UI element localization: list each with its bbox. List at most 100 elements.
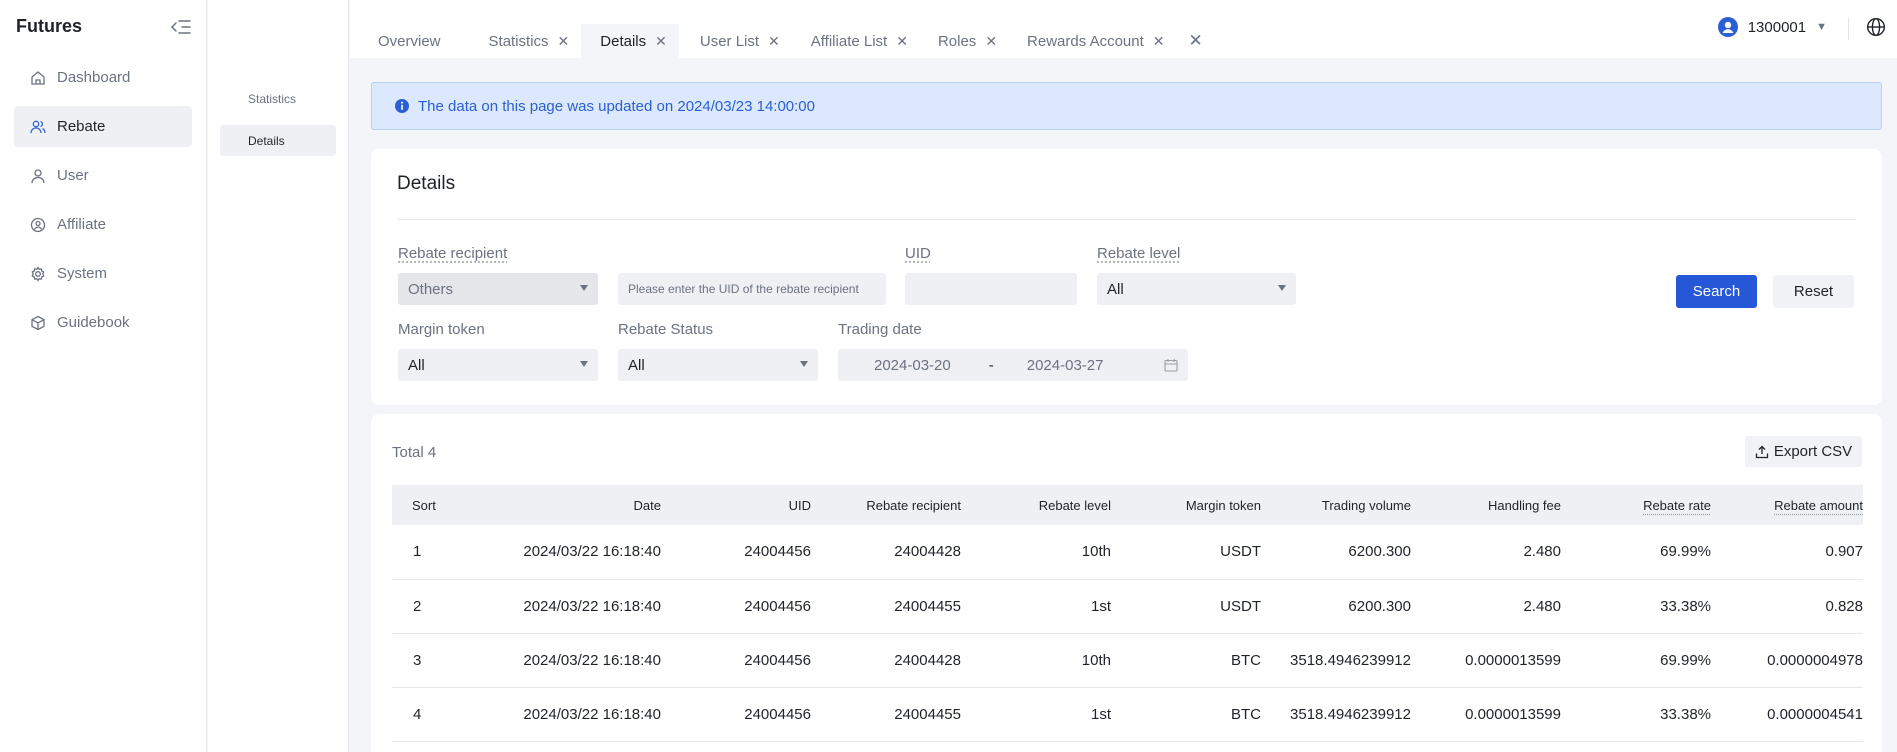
banner-text: The data on this page was updated on 202… bbox=[418, 97, 815, 115]
table-cell: 24004455 bbox=[894, 597, 961, 615]
table-cell: 3 bbox=[413, 651, 422, 669]
table-cell: 2024/03/22 16:18:40 bbox=[523, 705, 661, 723]
rebate-level-select[interactable]: All bbox=[1097, 273, 1296, 305]
globe-icon[interactable] bbox=[1866, 17, 1886, 37]
table-cell: BTC bbox=[1231, 651, 1261, 669]
table-cell: 33.38% bbox=[1660, 705, 1711, 723]
sidebar-item-label: Dashboard bbox=[57, 69, 131, 86]
tab-roles[interactable]: Roles ✕ bbox=[920, 24, 1009, 58]
subnav-item-statistics[interactable]: Statistics bbox=[220, 83, 336, 114]
page-title: Details bbox=[397, 173, 456, 194]
tab-affiliate-list[interactable]: Affiliate List ✕ bbox=[792, 24, 920, 58]
rebate-status-label: Rebate Status bbox=[618, 321, 714, 338]
table-row: 2 2024/03/22 16:18:40 24004456 24004455 1st U… bbox=[392, 579, 1863, 633]
table-cell: 10th bbox=[1081, 543, 1111, 561]
gear-icon bbox=[30, 265, 46, 282]
tab-statistics[interactable]: Statistics ✕ bbox=[463, 24, 582, 58]
tab-label: User List bbox=[699, 32, 760, 50]
user-id: 1300001 bbox=[1747, 18, 1807, 36]
table-cell: 10th bbox=[1081, 651, 1111, 669]
cube-icon bbox=[30, 315, 46, 331]
table-cell: USDT bbox=[1220, 597, 1261, 615]
sidebar-item-rebate[interactable]: Rebate bbox=[14, 106, 192, 147]
rebate-recipient-select[interactable]: Others bbox=[398, 273, 598, 305]
tab-details[interactable]: Details ✕ bbox=[581, 24, 679, 58]
user-icon bbox=[30, 168, 46, 184]
close-all-tabs-icon[interactable]: ✕ bbox=[1177, 24, 1203, 58]
table-cell: 0.907 bbox=[1825, 543, 1863, 561]
divider bbox=[1848, 18, 1849, 40]
close-icon[interactable]: ✕ bbox=[558, 33, 570, 50]
table-cell: 2024/03/22 16:18:40 bbox=[523, 597, 661, 615]
tab-rewards-account[interactable]: Rewards Account ✕ bbox=[1009, 24, 1176, 58]
table-cell: 2.480 bbox=[1523, 597, 1561, 615]
total-count: Total 4 bbox=[392, 444, 437, 461]
sidebar-item-system[interactable]: System bbox=[14, 253, 192, 294]
table-cell: 24004456 bbox=[744, 705, 811, 723]
table-cell: 24004428 bbox=[894, 543, 961, 561]
select-value: Others bbox=[408, 280, 454, 298]
sidebar-item-label: Guidebook bbox=[57, 314, 130, 331]
tab-label: Roles bbox=[937, 32, 977, 50]
details-table: Sort Date UID Rebate recipient Rebate le… bbox=[392, 485, 1863, 742]
table-cell: 3518.4946239912 bbox=[1290, 651, 1411, 669]
table-cell: 24004456 bbox=[744, 597, 811, 615]
collapse-menu-icon[interactable] bbox=[170, 17, 192, 37]
table-cell: 24004456 bbox=[744, 651, 811, 669]
sidebar-item-user[interactable]: User bbox=[14, 155, 192, 196]
subnav-item-details[interactable]: Details bbox=[220, 125, 336, 156]
affiliate-icon bbox=[30, 217, 46, 233]
sub-nav: Statistics Details bbox=[208, 0, 349, 752]
table-cell: USDT bbox=[1220, 543, 1261, 561]
export-csv-button[interactable]: Export CSV bbox=[1745, 436, 1862, 467]
table-cell: 24004456 bbox=[744, 543, 811, 561]
uid-input[interactable] bbox=[905, 273, 1077, 305]
date-end[interactable]: 2024-03-27 bbox=[1027, 357, 1104, 374]
caret-down-icon bbox=[580, 285, 588, 291]
brand-title: Futures bbox=[16, 16, 83, 36]
column-header: Rebate level bbox=[1038, 497, 1111, 513]
column-header: Rebate amount bbox=[1711, 485, 1863, 525]
calendar-icon bbox=[1164, 358, 1178, 372]
table-cell: 4 bbox=[413, 705, 422, 723]
sidebar-item-dashboard[interactable]: Dashboard bbox=[14, 57, 192, 98]
rebate-status-select[interactable]: All bbox=[618, 349, 818, 381]
table-cell: 2.480 bbox=[1523, 543, 1561, 561]
table-cell: 2024/03/22 16:18:40 bbox=[523, 543, 661, 561]
divider bbox=[397, 219, 1856, 220]
reset-button[interactable]: Reset bbox=[1773, 275, 1854, 308]
tab-user-list[interactable]: User List ✕ bbox=[679, 24, 792, 58]
filter-card: Details Rebate recipient Others Please e… bbox=[371, 149, 1882, 405]
table-row: 1 2024/03/22 16:18:40 24004456 24004428 10th… bbox=[392, 525, 1863, 579]
close-icon[interactable]: ✕ bbox=[768, 33, 780, 50]
table-cell: 2024/03/22 16:18:40 bbox=[523, 651, 661, 669]
close-icon[interactable]: ✕ bbox=[985, 33, 997, 50]
info-banner: The data on this page was updated on 202… bbox=[371, 82, 1882, 130]
top-bar: Overview Statistics ✕ Details ✕ User Lis… bbox=[350, 0, 1897, 58]
table-cell: BTC bbox=[1231, 705, 1261, 723]
rebate-level-label: Rebate level bbox=[1097, 245, 1181, 262]
trading-date-range[interactable]: 2024-03-20 - 2024-03-27 bbox=[838, 349, 1188, 381]
tab-bar: Overview Statistics ✕ Details ✕ User Lis… bbox=[350, 24, 1203, 58]
home-icon bbox=[30, 70, 46, 86]
recipient-uid-input[interactable]: Please enter the UID of the rebate recip… bbox=[618, 273, 886, 305]
sidebar-item-affiliate[interactable]: Affiliate bbox=[14, 204, 192, 245]
caret-down-icon bbox=[1278, 285, 1286, 291]
close-icon[interactable]: ✕ bbox=[655, 33, 667, 50]
close-icon[interactable]: ✕ bbox=[1153, 33, 1165, 50]
column-header: UID bbox=[788, 497, 811, 513]
close-icon[interactable]: ✕ bbox=[896, 33, 908, 50]
user-menu[interactable]: 1300001 ▼ bbox=[1717, 17, 1827, 37]
avatar bbox=[1717, 17, 1738, 37]
tab-overview[interactable]: Overview bbox=[350, 24, 463, 58]
date-start[interactable]: 2024-03-20 bbox=[874, 357, 951, 374]
sidebar-item-label: Affiliate bbox=[57, 216, 106, 233]
table-cell: 69.99% bbox=[1660, 543, 1711, 561]
table-cell: 3518.4946239912 bbox=[1290, 705, 1411, 723]
margin-token-select[interactable]: All bbox=[398, 349, 598, 381]
uid-label: UID bbox=[905, 245, 931, 262]
search-button[interactable]: Search bbox=[1676, 275, 1757, 308]
column-header-label: Rebate amount bbox=[1774, 497, 1863, 513]
table-cell: 0.0000013599 bbox=[1465, 705, 1561, 723]
sidebar-item-guidebook[interactable]: Guidebook bbox=[14, 302, 192, 343]
